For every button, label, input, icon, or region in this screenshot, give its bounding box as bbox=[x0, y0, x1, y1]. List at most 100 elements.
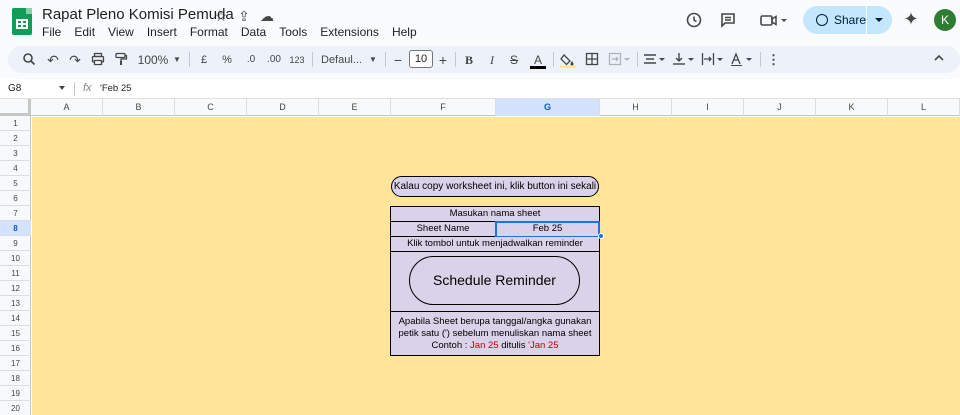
bold-icon[interactable]: B bbox=[462, 52, 476, 68]
undo-icon[interactable]: ↶ bbox=[45, 52, 61, 68]
row-header[interactable]: 16 bbox=[0, 341, 31, 356]
menu-format[interactable]: Format bbox=[190, 25, 228, 39]
document-title[interactable]: Rapat Pleno Komisi Pemuda bbox=[42, 6, 234, 23]
note-line-3: Contoh : Jan 25 ditulis 'Jan 25 bbox=[391, 340, 599, 352]
formula-input[interactable]: 'Feb 25 bbox=[100, 83, 131, 94]
row-header[interactable]: 15 bbox=[0, 326, 31, 341]
strikethrough-icon[interactable]: S bbox=[507, 52, 521, 68]
column-header-h[interactable]: H bbox=[600, 99, 672, 116]
font-size-input[interactable]: 10 bbox=[409, 50, 433, 68]
row-header[interactable]: 19 bbox=[0, 386, 31, 401]
move-folder-icon[interactable]: ⇪ bbox=[235, 8, 253, 26]
row-header[interactable]: 3 bbox=[0, 146, 31, 161]
column-header-l[interactable]: L bbox=[888, 99, 960, 116]
row-header[interactable]: 2 bbox=[0, 131, 31, 146]
font-dropdown-icon[interactable]: ▼ bbox=[369, 52, 377, 68]
row-header[interactable]: 7 bbox=[0, 206, 31, 221]
meet-video-icon[interactable] bbox=[758, 11, 790, 31]
percent-format-button[interactable]: % bbox=[220, 52, 234, 68]
instruction-note: Apabila Sheet berupa tanggal/angka gunak… bbox=[391, 312, 599, 355]
row-header-selected[interactable]: 8 bbox=[0, 221, 31, 236]
decrease-font-size-icon[interactable]: − bbox=[392, 52, 404, 68]
column-header-a[interactable]: A bbox=[31, 99, 103, 116]
reminder-form: Masukan nama sheet Sheet Name Feb 25 Kli… bbox=[390, 206, 600, 356]
column-headers: A B C D E F G H I J K L bbox=[0, 99, 960, 116]
text-color-icon[interactable]: A bbox=[530, 52, 546, 69]
sheet-name-cell[interactable]: Feb 25 bbox=[495, 221, 600, 238]
column-header-i[interactable]: I bbox=[672, 99, 744, 116]
font-select[interactable]: Defaul... bbox=[321, 52, 367, 68]
merge-cells-icon[interactable] bbox=[608, 52, 632, 68]
row-header[interactable]: 18 bbox=[0, 371, 31, 386]
avatar[interactable]: K bbox=[934, 9, 956, 31]
column-header-g[interactable]: G bbox=[496, 99, 600, 116]
share-dropdown-icon[interactable] bbox=[875, 18, 883, 22]
increase-font-size-icon[interactable]: + bbox=[437, 52, 449, 68]
decrease-decimal-button[interactable]: .0 bbox=[242, 52, 260, 68]
menu-edit[interactable]: Edit bbox=[74, 25, 95, 39]
row-header[interactable]: 4 bbox=[0, 161, 31, 176]
row-header[interactable]: 11 bbox=[0, 266, 31, 281]
row-header[interactable]: 14 bbox=[0, 311, 31, 326]
comments-icon[interactable] bbox=[717, 11, 739, 31]
version-history-icon[interactable] bbox=[683, 11, 705, 31]
menu-extensions[interactable]: Extensions bbox=[320, 25, 379, 39]
column-header-c[interactable]: C bbox=[175, 99, 247, 116]
row-header[interactable]: 5 bbox=[0, 176, 31, 191]
share-button[interactable]: Share bbox=[803, 6, 892, 34]
sheets-logo-icon[interactable] bbox=[12, 8, 32, 35]
note-example-b: 'Jan 25 bbox=[528, 340, 559, 351]
formula-bar bbox=[0, 79, 960, 99]
vertical-align-icon[interactable] bbox=[672, 52, 696, 68]
schedule-reminder-button[interactable]: Schedule Reminder bbox=[409, 256, 580, 305]
zoom-select[interactable]: 100% bbox=[137, 52, 169, 68]
fill-color-icon[interactable] bbox=[560, 52, 576, 68]
column-header-d[interactable]: D bbox=[247, 99, 319, 116]
more-options-icon[interactable]: ⋮ bbox=[767, 52, 780, 68]
text-rotation-icon[interactable] bbox=[730, 52, 754, 68]
name-box-dropdown-icon[interactable] bbox=[59, 86, 65, 90]
italic-icon[interactable]: I bbox=[485, 52, 499, 68]
search-menus-icon[interactable] bbox=[21, 52, 37, 68]
row-header[interactable]: 20 bbox=[0, 401, 31, 415]
horizontal-align-icon[interactable] bbox=[643, 52, 667, 68]
row-header[interactable]: 9 bbox=[0, 236, 31, 251]
row-header[interactable]: 6 bbox=[0, 191, 31, 206]
column-header-e[interactable]: E bbox=[319, 99, 391, 116]
menu-view[interactable]: View bbox=[108, 25, 134, 39]
column-header-j[interactable]: J bbox=[744, 99, 816, 116]
row-header[interactable]: 17 bbox=[0, 356, 31, 371]
row-header[interactable]: 12 bbox=[0, 281, 31, 296]
name-box[interactable]: G8 bbox=[8, 83, 21, 94]
menu-file[interactable]: File bbox=[42, 25, 61, 39]
column-header-f[interactable]: F bbox=[391, 99, 496, 116]
number-format-button[interactable]: 123 bbox=[288, 52, 306, 68]
note-line-1: Apabila Sheet berupa tanggal/angka gunak… bbox=[398, 316, 592, 327]
row-header[interactable]: 13 bbox=[0, 296, 31, 311]
selection-fill-handle[interactable] bbox=[598, 233, 604, 239]
row-header[interactable]: 10 bbox=[0, 251, 31, 266]
gemini-sparkle-icon[interactable]: ✦ bbox=[900, 9, 922, 29]
print-icon[interactable] bbox=[90, 52, 106, 68]
select-all-corner[interactable] bbox=[0, 99, 31, 116]
copy-worksheet-button[interactable]: Kalau copy worksheet ini, klik button in… bbox=[391, 176, 599, 197]
menu-data[interactable]: Data bbox=[241, 25, 266, 39]
collapse-toolbar-icon[interactable] bbox=[932, 52, 946, 68]
currency-format-button[interactable]: £ bbox=[197, 52, 211, 68]
borders-icon[interactable] bbox=[584, 52, 600, 68]
column-header-k[interactable]: K bbox=[816, 99, 888, 116]
increase-decimal-button[interactable]: .00 bbox=[264, 52, 284, 68]
star-icon[interactable]: ☆ bbox=[212, 8, 230, 26]
column-header-b[interactable]: B bbox=[103, 99, 175, 116]
schedule-button-cell: Schedule Reminder bbox=[391, 252, 599, 312]
cloud-status-icon[interactable]: ☁ bbox=[258, 8, 276, 26]
paint-format-icon[interactable] bbox=[113, 52, 129, 68]
menu-tools[interactable]: Tools bbox=[279, 25, 307, 39]
menu-insert[interactable]: Insert bbox=[147, 25, 177, 39]
zoom-dropdown-icon[interactable]: ▼ bbox=[173, 52, 181, 68]
row-header[interactable]: 1 bbox=[0, 116, 31, 131]
menu-help[interactable]: Help bbox=[392, 25, 417, 39]
spreadsheet-app: Rapat Pleno Komisi Pemuda ☆ ⇪ ☁ File Edi… bbox=[0, 0, 960, 415]
redo-icon[interactable]: ↷ bbox=[67, 52, 83, 68]
text-wrapping-icon[interactable] bbox=[701, 52, 725, 68]
